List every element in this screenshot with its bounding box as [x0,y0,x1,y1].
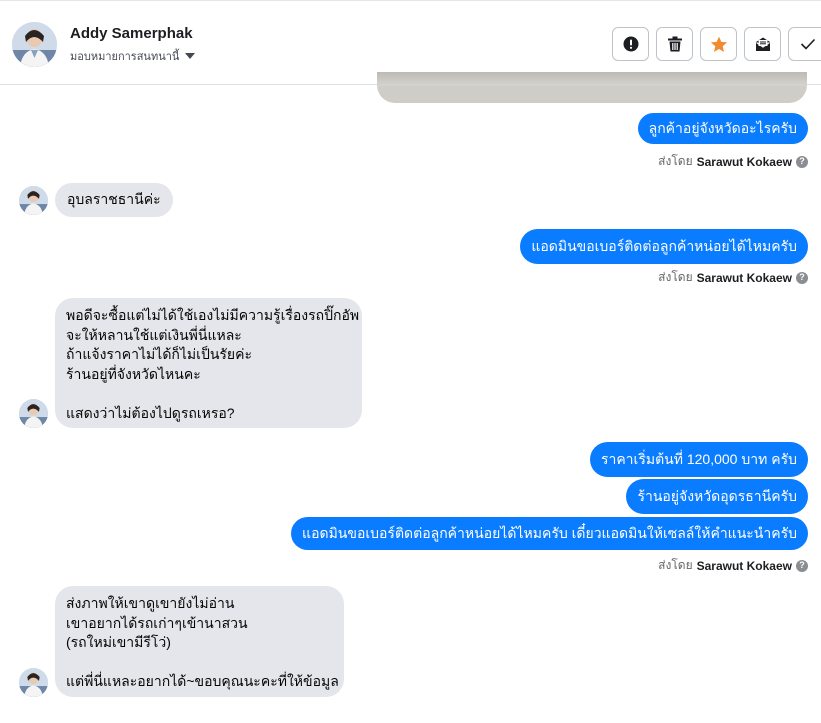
caret-down-icon [185,53,196,59]
image-attachment[interactable] [377,72,807,103]
sender-name: Sarawut Kokaew [696,270,792,285]
contact-avatar-small[interactable] [19,399,48,428]
message-outgoing: ลูกค้าอยู่จังหวัดอะไรครับ [637,113,808,144]
sent-by-prefix: ส่งโดย [658,270,693,284]
assign-conversation-dropdown[interactable]: มอบหมายการสนทนานี้ [70,47,196,65]
message-incoming: อุบลราชธานีค่ะ [55,183,173,217]
message-outgoing: แอดมินขอเบอร์ติดต่อลูกค้าหน่อยได้ไหมครับ… [291,517,808,550]
contact-name: Addy Samerphak [70,25,193,42]
contact-avatar-small[interactable] [19,186,48,215]
sender-name: Sarawut Kokaew [696,154,792,169]
sent-by-label: ส่งโดย Sarawut Kokaew ? [658,268,808,287]
mark-done-button[interactable] [788,27,821,61]
sender-name: Sarawut Kokaew [696,558,792,573]
contact-avatar[interactable] [12,22,57,67]
message-outgoing: ร้านอยู่จังหวัดอุดรธานีครับ [626,479,808,514]
conversation-toolbar [612,27,821,61]
sent-by-label: ส่งโดย Sarawut Kokaew ? [658,556,808,575]
info-icon[interactable]: ? [796,155,808,168]
report-spam-button[interactable] [612,27,649,61]
info-icon[interactable]: ? [796,559,808,572]
info-icon[interactable]: ? [796,271,808,284]
star-button[interactable] [700,27,737,61]
check-icon [800,38,816,50]
contact-avatar-small[interactable] [19,668,48,697]
sent-by-prefix: ส่งโดย [658,154,693,168]
message-incoming: พอดีจะซื้อแต่ไม่ได้ใช้เองไม่มีความรู้เรื… [55,298,362,428]
message-outgoing: ราคาเริ่มต้นที่ 120,000 บาท ครับ [589,442,808,477]
message-outgoing: แอดมินขอเบอร์ติดต่อลูกค้าหน่อยได้ไหมครับ [520,229,808,264]
sent-by-label: ส่งโดย Sarawut Kokaew ? [658,152,808,171]
message-incoming: ส่งภาพให้เขาดูเขายังไม่อ่าน เขาอยากได้รถ… [55,586,344,697]
trash-icon [667,36,682,52]
sent-by-prefix: ส่งโดย [658,558,693,572]
alert-icon [623,36,638,52]
mark-unread-button[interactable] [744,27,781,61]
mark-unread-icon [755,37,770,51]
star-icon [710,36,727,52]
delete-button[interactable] [656,27,693,61]
assign-label: มอบหมายการสนทนานี้ [70,51,180,63]
